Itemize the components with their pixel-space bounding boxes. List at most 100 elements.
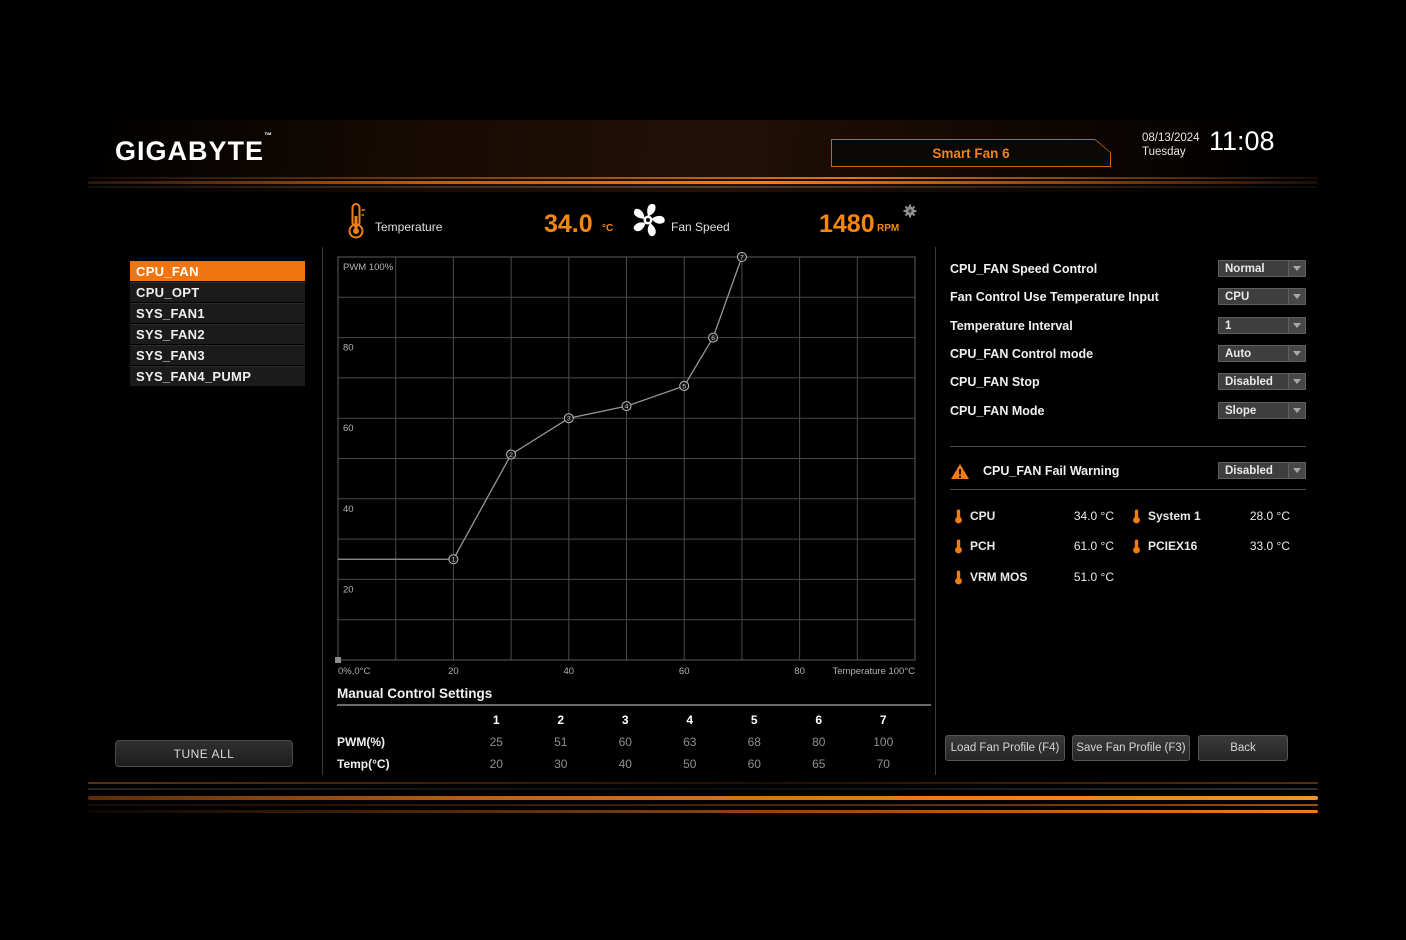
- fan-list-item-cpu-opt[interactable]: CPU_OPT: [130, 282, 305, 302]
- col-header: 7: [851, 713, 916, 727]
- svg-text:2: 2: [509, 452, 513, 459]
- header-streak: [88, 186, 1318, 188]
- fan-icon: [628, 200, 668, 240]
- sensor-value: 33.0 °C: [1250, 539, 1290, 553]
- fan-stop-dropdown[interactable]: Disabled: [1218, 373, 1306, 390]
- manual-pwm-row: PWM(%) 25 51 60 63 68 80 100: [337, 732, 931, 752]
- thermometer-icon: [1132, 539, 1141, 554]
- svg-text:40: 40: [343, 504, 354, 515]
- pwm-value[interactable]: 60: [593, 735, 658, 749]
- sensor-cpu: CPU 34.0 °C: [954, 508, 1114, 524]
- sensor-value: 51.0 °C: [1074, 570, 1114, 584]
- svg-text:60: 60: [343, 423, 354, 434]
- dropdown-value: Disabled: [1219, 465, 1288, 477]
- pwm-value[interactable]: 25: [464, 735, 529, 749]
- chevron-down-icon: [1288, 463, 1305, 478]
- fan-list-item-sys-fan2[interactable]: SYS_FAN2: [130, 324, 305, 344]
- clock-date: 08/13/2024 Tuesday: [1142, 131, 1200, 159]
- temp-value[interactable]: 60: [722, 757, 787, 771]
- settings-gear-icon[interactable]: [903, 204, 917, 218]
- dropdown-value: Disabled: [1219, 376, 1288, 388]
- fan-list-item-sys-fan1[interactable]: SYS_FAN1: [130, 303, 305, 323]
- col-header: 2: [529, 713, 594, 727]
- pwm-value[interactable]: 51: [529, 735, 594, 749]
- fan-list-item-sys-fan4-pump[interactable]: SYS_FAN4_PUMP: [130, 366, 305, 386]
- back-button[interactable]: Back: [1198, 735, 1288, 761]
- fan-speed-value: 1480: [819, 210, 875, 239]
- speed-control-dropdown[interactable]: Normal: [1218, 260, 1306, 277]
- dropdown-value: Slope: [1219, 405, 1288, 417]
- temp-value[interactable]: 30: [529, 757, 594, 771]
- pwm-value[interactable]: 100: [851, 735, 916, 749]
- sensor-value: 61.0 °C: [1074, 539, 1114, 553]
- col-header: 4: [658, 713, 723, 727]
- svg-text:20: 20: [343, 584, 354, 595]
- temp-value[interactable]: 65: [787, 757, 852, 771]
- fan-list-item-sys-fan3[interactable]: SYS_FAN3: [130, 345, 305, 365]
- temp-value[interactable]: 50: [658, 757, 723, 771]
- svg-text:6: 6: [711, 335, 715, 342]
- manual-table-header: 1 2 3 4 5 6 7: [337, 710, 931, 730]
- temp-value[interactable]: 70: [851, 757, 916, 771]
- temp-value[interactable]: 40: [593, 757, 658, 771]
- fan-list-item-cpu-fan[interactable]: CPU_FAN: [130, 261, 305, 281]
- divider: [950, 489, 1306, 490]
- load-fan-profile-button[interactable]: Load Fan Profile (F4): [945, 735, 1065, 761]
- pwm-value[interactable]: 80: [787, 735, 852, 749]
- fan-speed-label: Fan Speed: [671, 220, 730, 234]
- setting-row-temp-interval: Temperature Interval 1: [950, 317, 1306, 335]
- temp-interval-dropdown[interactable]: 1: [1218, 317, 1306, 334]
- temp-value[interactable]: 20: [464, 757, 529, 771]
- chevron-down-icon: [1288, 289, 1305, 304]
- svg-text:7: 7: [740, 254, 744, 261]
- thermometer-icon: [1132, 509, 1141, 524]
- setting-row-temp-input: Fan Control Use Temperature Input CPU: [950, 288, 1306, 306]
- setting-label: CPU_FAN Fail Warning: [983, 464, 1119, 478]
- svg-text:60: 60: [679, 666, 690, 677]
- control-mode-dropdown[interactable]: Auto: [1218, 345, 1306, 362]
- col-header: 6: [787, 713, 852, 727]
- sensor-name: VRM MOS: [970, 570, 1027, 584]
- dropdown-value: Normal: [1219, 263, 1288, 275]
- sensor-name: CPU: [970, 509, 995, 523]
- pwm-value[interactable]: 63: [658, 735, 723, 749]
- svg-text:3: 3: [567, 416, 571, 423]
- divider: [322, 247, 323, 775]
- footer-streak: [88, 782, 1318, 784]
- dropdown-value: CPU: [1219, 291, 1288, 303]
- pwm-row-label: PWM(%): [337, 735, 464, 749]
- svg-text:80: 80: [794, 666, 805, 677]
- thermometer-icon: [345, 202, 367, 240]
- tune-all-button[interactable]: TUNE ALL: [115, 740, 293, 767]
- sensor-name: PCH: [970, 539, 995, 553]
- temperature-label: Temperature: [375, 220, 442, 234]
- fan-list: CPU_FAN CPU_OPT SYS_FAN1 SYS_FAN2 SYS_FA…: [130, 261, 305, 387]
- sensor-vrm-mos: VRM MOS 51.0 °C: [954, 569, 1114, 585]
- temp-input-dropdown[interactable]: CPU: [1218, 288, 1306, 305]
- svg-text:Temperature 100°C: Temperature 100°C: [833, 666, 916, 677]
- setting-label: CPU_FAN Control mode: [950, 347, 1093, 361]
- setting-label: Temperature Interval: [950, 319, 1073, 333]
- footer-streak: [88, 788, 1318, 790]
- divider: [935, 247, 936, 775]
- fan-curve-chart[interactable]: PWM 100%806040200%,0°C20406080Temperatur…: [328, 251, 928, 681]
- fail-warning-dropdown[interactable]: Disabled: [1218, 462, 1306, 479]
- chevron-down-icon: [1288, 346, 1305, 361]
- dropdown-value: Auto: [1219, 348, 1288, 360]
- temperature-unit: °C: [602, 223, 613, 234]
- fan-list-label: SYS_FAN4_PUMP: [136, 369, 251, 384]
- save-fan-profile-button[interactable]: Save Fan Profile (F3): [1072, 735, 1190, 761]
- sensor-value: 28.0 °C: [1250, 509, 1290, 523]
- trademark: ™: [264, 131, 273, 140]
- pwm-value[interactable]: 68: [722, 735, 787, 749]
- setting-row-fan-stop: CPU_FAN Stop Disabled: [950, 373, 1306, 391]
- footer-streak: [88, 804, 1318, 806]
- fan-list-label: SYS_FAN1: [136, 306, 205, 321]
- fan-mode-dropdown[interactable]: Slope: [1218, 402, 1306, 419]
- fan-speed-unit: RPM: [877, 223, 899, 234]
- tab-smart-fan-6[interactable]: Smart Fan 6: [831, 139, 1111, 167]
- sensor-name: System 1: [1148, 509, 1201, 523]
- setting-row-control-mode: CPU_FAN Control mode Auto: [950, 345, 1306, 363]
- header-streak: [88, 177, 1318, 179]
- thermometer-icon: [954, 539, 963, 554]
